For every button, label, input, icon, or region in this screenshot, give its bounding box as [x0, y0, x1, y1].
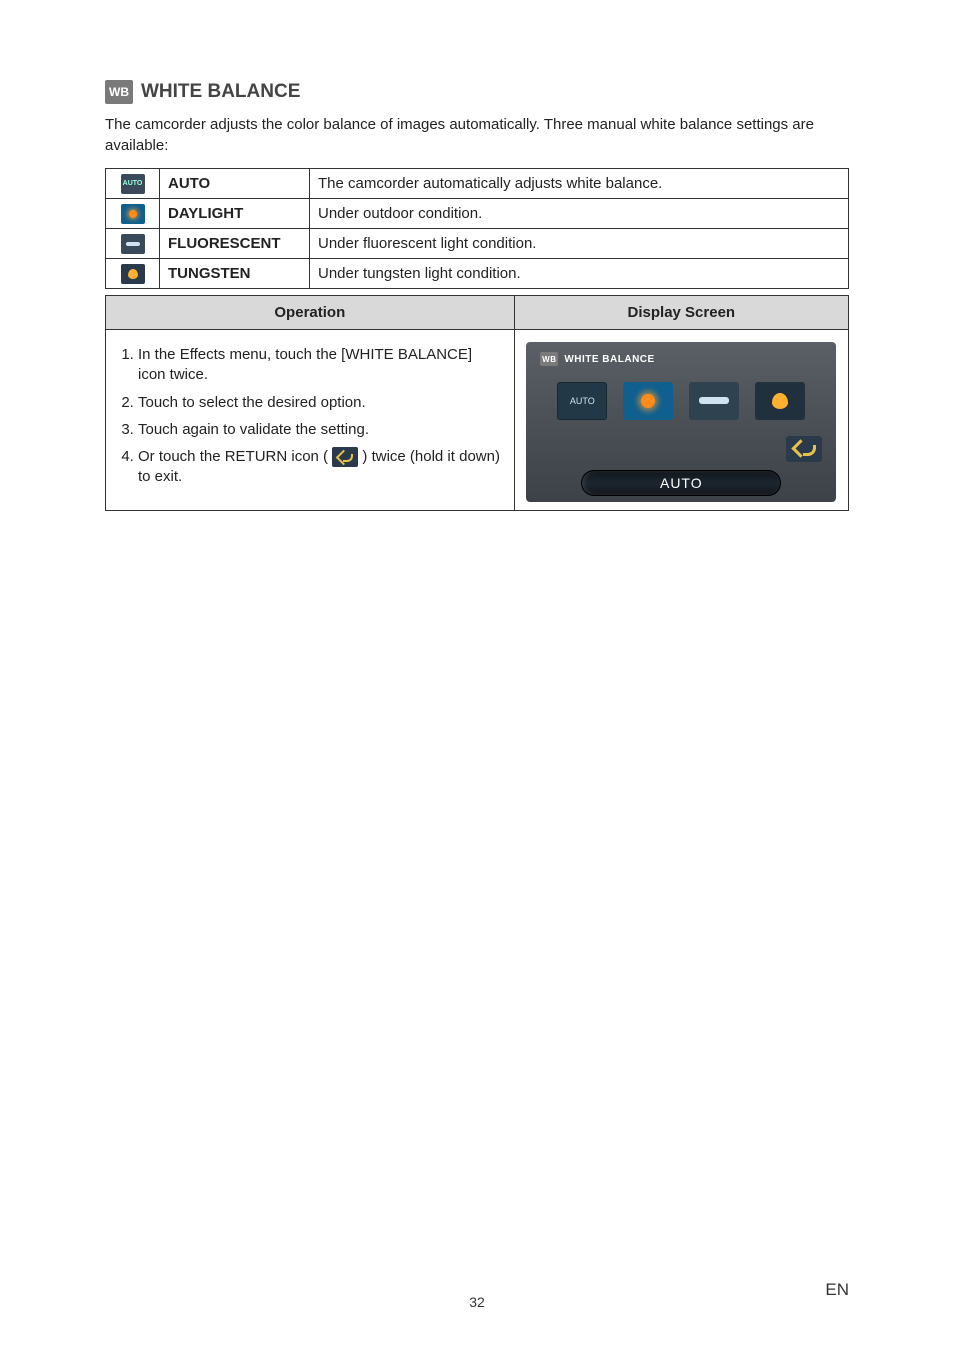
selection-pill: AUTO	[581, 470, 781, 496]
option-auto[interactable]: AUTO	[557, 382, 607, 420]
setting-desc: Under fluorescent light condition.	[310, 229, 849, 259]
display-cell: WB WHITE BALANCE AUTO AUTO	[514, 330, 848, 511]
operation-table: Operation Display Screen In the Effects …	[105, 295, 849, 511]
display-header: Display Screen	[514, 296, 848, 330]
display-header-text: WHITE BALANCE	[564, 354, 654, 365]
step-4: Or touch the RETURN icon ( ) twice (hold…	[138, 447, 504, 488]
language-indicator: EN	[825, 1280, 849, 1300]
table-row: DAYLIGHT Under outdoor condition.	[106, 199, 849, 229]
operation-header: Operation	[106, 296, 515, 330]
display-screen: WB WHITE BALANCE AUTO AUTO	[526, 342, 836, 502]
setting-label: DAYLIGHT	[160, 199, 310, 229]
step-1: In the Effects menu, touch the [WHITE BA…	[138, 345, 504, 386]
setting-label: AUTO	[160, 169, 310, 199]
option-fluorescent[interactable]	[689, 382, 739, 420]
setting-desc: The camcorder automatically adjusts whit…	[310, 169, 849, 199]
table-row: TUNGSTEN Under tungsten light condition.	[106, 259, 849, 289]
option-tungsten[interactable]	[755, 382, 805, 420]
wb-icon: WB	[105, 80, 133, 104]
settings-table: AUTO AUTO The camcorder automatically ad…	[105, 168, 849, 289]
auto-icon: AUTO	[121, 174, 145, 194]
setting-label: TUNGSTEN	[160, 259, 310, 289]
step-2: Touch to select the desired option.	[138, 393, 504, 413]
fluorescent-icon	[121, 234, 145, 254]
daylight-icon	[121, 204, 145, 224]
return-icon	[332, 447, 358, 467]
setting-desc: Under outdoor condition.	[310, 199, 849, 229]
section-title-text: WHITE BALANCE	[141, 81, 300, 103]
table-row: AUTO AUTO The camcorder automatically ad…	[106, 169, 849, 199]
operation-steps: In the Effects menu, touch the [WHITE BA…	[106, 330, 515, 511]
table-row: FLUORESCENT Under fluorescent light cond…	[106, 229, 849, 259]
wb-icon: WB	[540, 352, 558, 366]
tungsten-icon	[121, 264, 145, 284]
return-button[interactable]	[786, 436, 822, 462]
page-footer: 32	[0, 1294, 954, 1310]
option-daylight[interactable]	[623, 382, 673, 420]
setting-label: FLUORESCENT	[160, 229, 310, 259]
page-number: 32	[469, 1294, 485, 1310]
option-row: AUTO	[540, 382, 822, 420]
display-header-row: WB WHITE BALANCE	[540, 352, 822, 366]
setting-desc: Under tungsten light condition.	[310, 259, 849, 289]
step-3: Touch again to validate the setting.	[138, 420, 504, 440]
section-title: WB WHITE BALANCE	[105, 80, 849, 104]
intro-paragraph: The camcorder adjusts the color balance …	[105, 114, 849, 156]
step-4-prefix: Or touch the RETURN icon (	[138, 448, 328, 465]
